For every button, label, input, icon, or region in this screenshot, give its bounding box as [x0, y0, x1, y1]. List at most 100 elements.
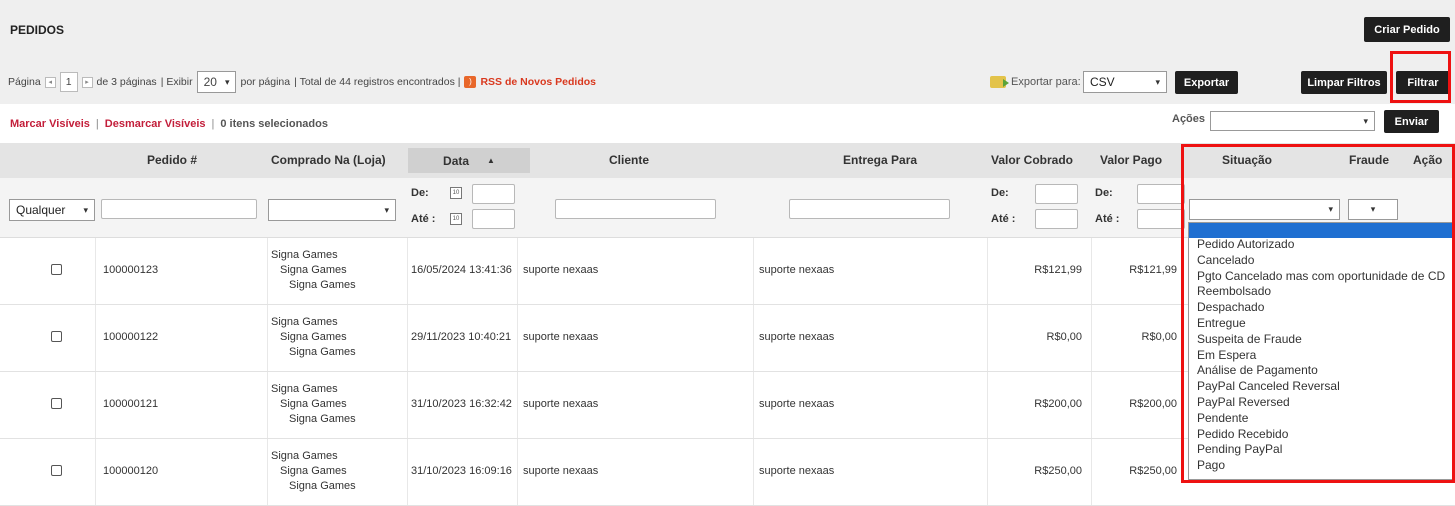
- column-divider: [407, 439, 408, 505]
- customer-name: suporte nexaas: [523, 264, 599, 276]
- actions-label: Ações: [1172, 113, 1206, 125]
- column-divider: [987, 305, 988, 371]
- paid-value: R$121,99: [1129, 264, 1177, 276]
- chevron-down-icon: ▾: [83, 204, 88, 215]
- actions-select[interactable]: ▾: [1210, 111, 1375, 131]
- total-records: | Total de 44 registros encontrados |: [294, 76, 461, 88]
- store-line: Signa Games: [280, 398, 347, 410]
- paid-to-input[interactable]: [1137, 209, 1185, 229]
- store-line: Signa Games: [271, 450, 338, 462]
- page-title: PEDIDOS: [10, 23, 65, 37]
- selected-count: 0 itens selecionados: [220, 118, 328, 130]
- separator: |: [211, 118, 215, 130]
- date-to-input[interactable]: [472, 209, 515, 229]
- order-date: 16/05/2024 13:41:36: [411, 264, 512, 276]
- chevron-down-icon: ▾: [1155, 76, 1160, 87]
- column-divider: [753, 305, 754, 371]
- any-select-value: Qualquer: [16, 203, 66, 217]
- date-from-input[interactable]: [472, 184, 515, 204]
- column-divider: [267, 372, 268, 438]
- chevron-down-icon: ▾: [224, 76, 230, 87]
- row-checkbox[interactable]: [51, 331, 62, 342]
- export-label: Exportar para:: [1011, 76, 1081, 88]
- column-divider: [267, 238, 268, 304]
- order-number[interactable]: 100000121: [103, 398, 158, 410]
- status-highlight-box: [1181, 144, 1455, 483]
- rss-link[interactable]: RSS de Novos Pedidos: [480, 76, 596, 88]
- column-divider: [987, 439, 988, 505]
- col-charged[interactable]: Valor Cobrado: [991, 153, 1073, 167]
- charged-value: R$0,00: [1046, 331, 1082, 343]
- page-number-input[interactable]: 1: [59, 72, 78, 92]
- column-divider: [407, 372, 408, 438]
- store-line: Signa Games: [280, 331, 347, 343]
- clear-filters-button[interactable]: Limpar Filtros: [1301, 71, 1387, 94]
- col-date[interactable]: Data ▲: [408, 148, 530, 173]
- paid-to-label: Até :: [1095, 213, 1120, 225]
- export-format-select[interactable]: CSV ▾: [1083, 71, 1167, 93]
- charged-to-label: Até :: [991, 213, 1016, 225]
- column-divider: [517, 439, 518, 505]
- date-to-label: Até :: [411, 213, 436, 225]
- column-divider: [95, 305, 96, 371]
- store-line: Signa Games: [271, 249, 338, 261]
- store-line: Signa Games: [289, 480, 356, 492]
- col-order[interactable]: Pedido #: [147, 153, 197, 167]
- any-select[interactable]: Qualquer ▾: [9, 199, 95, 221]
- col-ship-to[interactable]: Entrega Para: [843, 153, 917, 167]
- column-divider: [1091, 238, 1092, 304]
- column-divider: [407, 238, 408, 304]
- calendar-icon[interactable]: 10: [450, 187, 462, 199]
- per-page-value: 20: [203, 75, 217, 89]
- store-cell: Signa Games Signa Games Signa Games: [271, 248, 356, 293]
- page-count: de 3 páginas: [96, 76, 157, 88]
- store-line: Signa Games: [289, 279, 356, 291]
- paid-from-input[interactable]: [1137, 184, 1185, 204]
- mark-visible-link[interactable]: Marcar Visíveis: [10, 118, 90, 130]
- next-page-icon[interactable]: ▸: [81, 76, 93, 88]
- order-number[interactable]: 100000122: [103, 331, 158, 343]
- row-checkbox[interactable]: [51, 398, 62, 409]
- store-line: Signa Games: [280, 264, 347, 276]
- col-paid[interactable]: Valor Pago: [1100, 153, 1162, 167]
- customer-filter-input[interactable]: [555, 199, 716, 219]
- charged-from-input[interactable]: [1035, 184, 1078, 204]
- row-checkbox[interactable]: [51, 264, 62, 275]
- separator: |: [95, 118, 99, 130]
- prev-page-icon[interactable]: ◂: [44, 76, 56, 88]
- export-button[interactable]: Exportar: [1175, 71, 1238, 94]
- column-divider: [95, 372, 96, 438]
- order-date: 31/10/2023 16:32:42: [411, 398, 512, 410]
- store-line: Signa Games: [289, 413, 356, 425]
- paid-from-label: De:: [1095, 187, 1113, 199]
- column-divider: [517, 305, 518, 371]
- pagination-bar: Página ◂ 1 ▸ de 3 páginas | Exibir 20 ▾ p…: [8, 71, 596, 93]
- per-page-label: por página: [240, 76, 291, 88]
- send-button[interactable]: Enviar: [1384, 110, 1439, 133]
- charged-value: R$250,00: [1034, 465, 1082, 477]
- store-filter-select[interactable]: ▾: [268, 199, 396, 221]
- chevron-down-icon: ▾: [384, 204, 389, 215]
- col-date-label: Data: [443, 153, 470, 168]
- calendar-icon[interactable]: 10: [450, 213, 462, 225]
- page-label: Página: [8, 76, 41, 88]
- charged-to-input[interactable]: [1035, 209, 1078, 229]
- column-divider: [517, 238, 518, 304]
- create-order-button[interactable]: Criar Pedido: [1364, 17, 1450, 42]
- per-page-select[interactable]: 20 ▾: [196, 71, 237, 93]
- store-cell: Signa Games Signa Games Signa Games: [271, 382, 356, 427]
- col-customer[interactable]: Cliente: [609, 153, 649, 167]
- order-number[interactable]: 100000123: [103, 264, 158, 276]
- ship-to-filter-input[interactable]: [789, 199, 950, 219]
- order-number[interactable]: 100000120: [103, 465, 158, 477]
- col-store[interactable]: Comprado Na (Loja): [271, 153, 386, 167]
- ship-to-name: suporte nexaas: [759, 331, 835, 343]
- order-filter-input[interactable]: [101, 199, 257, 219]
- store-cell: Signa Games Signa Games Signa Games: [271, 315, 356, 360]
- charged-from-label: De:: [991, 187, 1009, 199]
- order-date: 29/11/2023 10:40:21: [411, 331, 512, 343]
- row-checkbox[interactable]: [51, 465, 62, 476]
- unmark-visible-link[interactable]: Desmarcar Visíveis: [105, 118, 206, 130]
- customer-name: suporte nexaas: [523, 398, 599, 410]
- column-divider: [1091, 305, 1092, 371]
